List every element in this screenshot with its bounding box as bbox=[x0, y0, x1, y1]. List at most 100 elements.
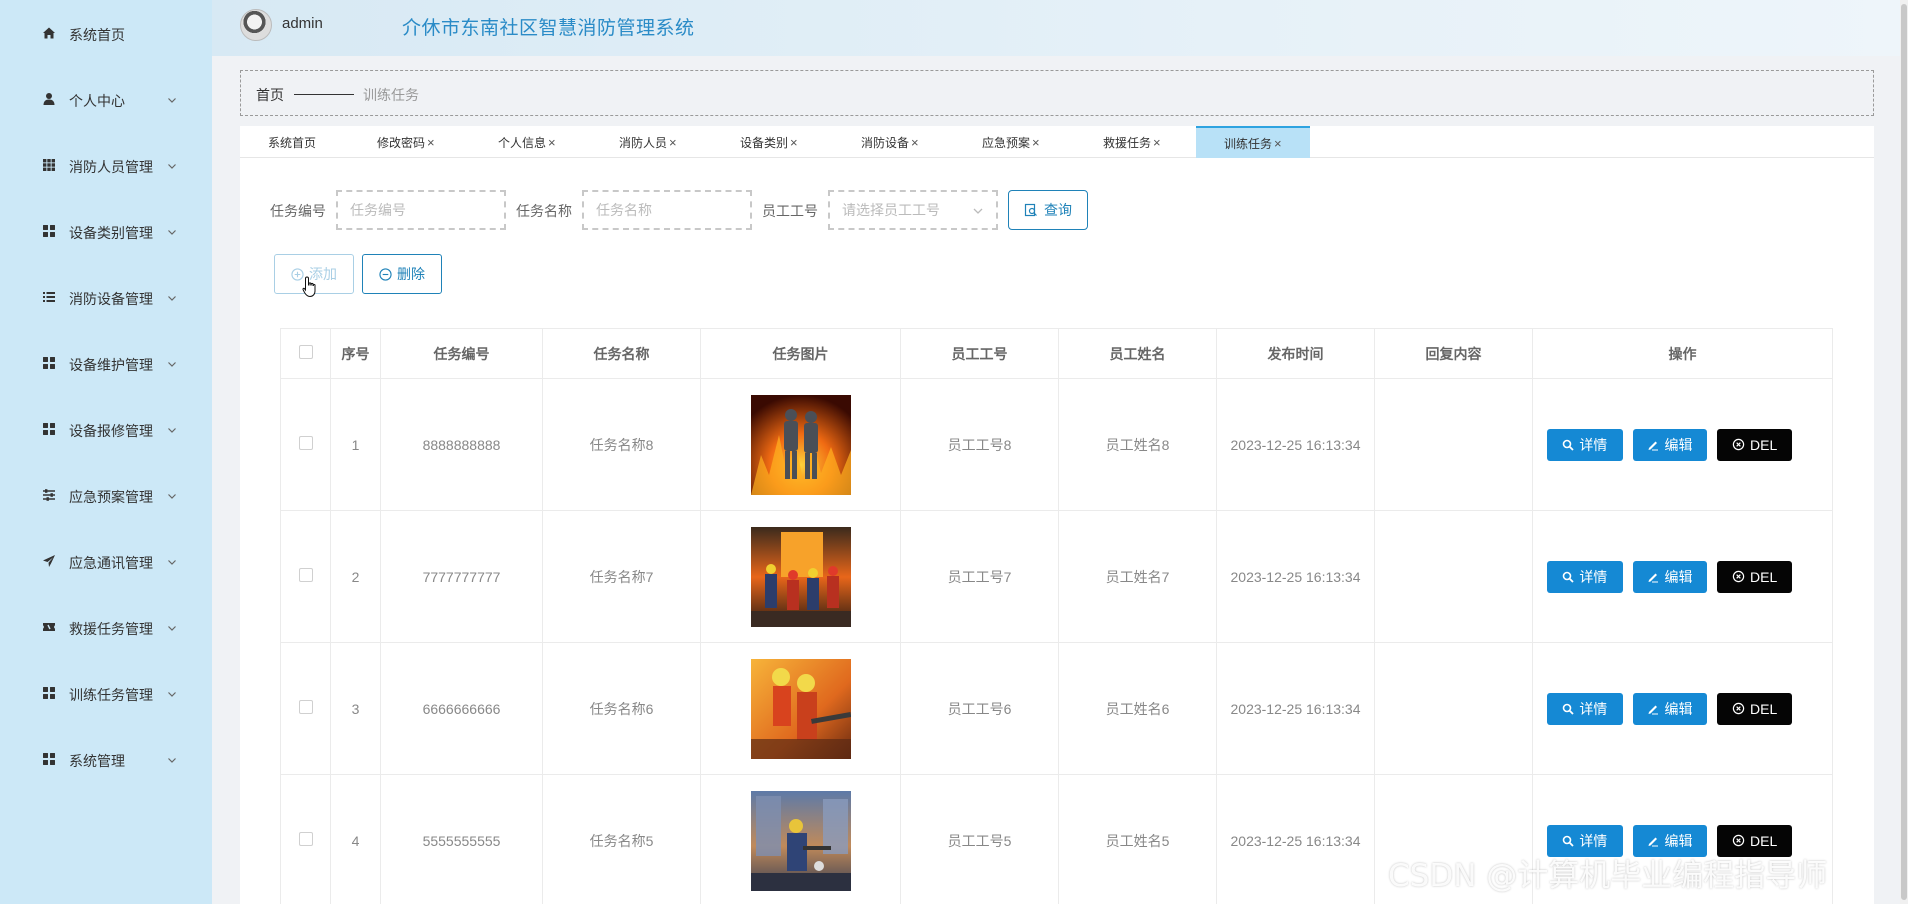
detail-button[interactable]: 详情 bbox=[1547, 428, 1623, 461]
row-select-cell[interactable] bbox=[280, 774, 331, 904]
close-icon[interactable]: × bbox=[669, 135, 677, 150]
home-icon bbox=[42, 26, 56, 40]
sidebar-item[interactable]: 系统管理 bbox=[0, 739, 212, 779]
search-icon bbox=[1563, 703, 1574, 715]
edit-button-label: 编辑 bbox=[1664, 436, 1693, 453]
sidebar-item[interactable]: 救援任务管理 bbox=[0, 607, 212, 647]
emp-name-cell: 员工姓名6 bbox=[1058, 642, 1217, 775]
task-no-input[interactable]: 任务编号 bbox=[336, 190, 506, 230]
select-all-cell[interactable] bbox=[280, 328, 331, 379]
task-image[interactable] bbox=[750, 394, 851, 495]
sidebar-item[interactable]: 消防人员管理 bbox=[0, 145, 212, 185]
sidebar-item[interactable]: 设备报修管理 bbox=[0, 409, 212, 449]
avatar[interactable] bbox=[240, 9, 272, 41]
table-row[interactable]: 3 6666666666 任务名称6 员工工号6 员工姓名6 2023-12-25 16:… bbox=[280, 642, 1833, 775]
chevron-down-icon bbox=[166, 687, 178, 699]
query-button[interactable]: 查询 bbox=[1008, 190, 1088, 230]
close-icon[interactable]: × bbox=[1153, 135, 1161, 150]
page-scrollbar[interactable] bbox=[1900, 0, 1908, 904]
column-header[interactable]: 任务编号 bbox=[380, 328, 543, 379]
tab-label: 消防设备 bbox=[861, 135, 910, 150]
select-all-checkbox[interactable] bbox=[298, 345, 313, 359]
tab[interactable]: 训练任务 × bbox=[1196, 126, 1310, 158]
edit-icon bbox=[1648, 573, 1659, 582]
delete-button[interactable]: DEL bbox=[1717, 692, 1793, 725]
sidebar-item[interactable]: 消防设备管理 bbox=[0, 277, 212, 317]
scrollbar-thumb[interactable] bbox=[1901, 4, 1907, 900]
sidebar: 系统首页 个人中心 消防人员管理 设备类别管理 消防设备管理 设备维护管理 设备报修管理 应急… bbox=[0, 0, 212, 904]
tab[interactable]: 救援任务 × bbox=[1103, 126, 1161, 158]
sidebar-item[interactable]: 应急预案管理 bbox=[0, 475, 212, 515]
row-select-cell[interactable] bbox=[280, 642, 331, 775]
close-circle-icon bbox=[1732, 438, 1745, 451]
tab[interactable]: 个人信息 × bbox=[498, 126, 556, 158]
batch-delete-button[interactable]: 删除 bbox=[362, 254, 442, 294]
sidebar-item-label: 应急通讯管理 bbox=[69, 555, 153, 571]
edit-button[interactable]: 编辑 bbox=[1632, 428, 1708, 461]
tab[interactable]: 应急预案 × bbox=[982, 126, 1040, 158]
close-icon[interactable]: × bbox=[911, 135, 919, 150]
column-header[interactable]: 发布时间 bbox=[1216, 328, 1375, 379]
detail-button[interactable]: 详情 bbox=[1547, 560, 1623, 593]
task-image[interactable] bbox=[750, 658, 851, 759]
column-header[interactable]: 员工姓名 bbox=[1058, 328, 1217, 379]
sidebar-item[interactable]: 设备维护管理 bbox=[0, 343, 212, 383]
close-icon[interactable]: × bbox=[548, 135, 556, 150]
breadcrumb-home[interactable]: 首页 bbox=[256, 85, 284, 105]
chevron-down-icon bbox=[166, 489, 178, 501]
row-select-cell[interactable] bbox=[280, 378, 331, 511]
detail-button[interactable]: 详情 bbox=[1547, 692, 1623, 725]
tab-bar: 系统首页 修改密码 × 个人信息 × 消防人员 × 设备类别 × 消防设备 × 应急预案 × 救援任务 × 训… bbox=[240, 126, 1874, 158]
username[interactable]: admin bbox=[282, 15, 323, 32]
task-name-placeholder: 任务名称 bbox=[596, 202, 652, 218]
edit-button[interactable]: 编辑 bbox=[1632, 560, 1708, 593]
table-row[interactable]: 1 8888888888 任务名称8 员工工号8 员工姓名8 2023-12-25 16:… bbox=[280, 378, 1833, 511]
sidebar-item-label: 系统首页 bbox=[69, 27, 125, 43]
close-icon[interactable]: × bbox=[1032, 135, 1040, 150]
column-header: 序号 bbox=[330, 328, 381, 379]
tab[interactable]: 系统首页 bbox=[268, 126, 316, 158]
column-header[interactable]: 员工工号 bbox=[900, 328, 1059, 379]
column-header[interactable]: 回复内容 bbox=[1374, 328, 1533, 379]
sidebar-item[interactable]: 系统首页 bbox=[0, 13, 212, 53]
close-icon[interactable]: × bbox=[790, 135, 798, 150]
sidebar-item[interactable]: 训练任务管理 bbox=[0, 673, 212, 713]
delete-button[interactable]: DEL bbox=[1717, 428, 1793, 461]
row-checkbox[interactable] bbox=[298, 832, 313, 846]
edit-icon bbox=[1648, 705, 1659, 714]
column-header: 操作 bbox=[1532, 328, 1833, 379]
row-checkbox[interactable] bbox=[298, 568, 313, 582]
emp-no-cell: 员工工号5 bbox=[900, 774, 1059, 904]
task-image[interactable] bbox=[750, 526, 851, 627]
tab-label: 训练任务 bbox=[1224, 136, 1273, 151]
row-select-cell[interactable] bbox=[280, 510, 331, 643]
edit-button[interactable]: 编辑 bbox=[1632, 692, 1708, 725]
operations-cell: 详情 编辑 DEL bbox=[1532, 642, 1833, 775]
close-icon[interactable]: × bbox=[1274, 136, 1282, 151]
sidebar-item[interactable]: 个人中心 bbox=[0, 79, 212, 119]
task-name-input[interactable]: 任务名称 bbox=[582, 190, 752, 230]
hand-cursor-icon bbox=[302, 276, 316, 298]
tab[interactable]: 修改密码 × bbox=[377, 126, 435, 158]
sidebar-item[interactable]: 设备类别管理 bbox=[0, 211, 212, 251]
delete-button[interactable]: DEL bbox=[1717, 560, 1793, 593]
breadcrumb-current: 训练任务 bbox=[363, 87, 419, 103]
table-header-row: 序号 任务编号 任务名称 任务图片 员工工号 员工姓名 发布时间 回复内容 操作 bbox=[280, 328, 1833, 379]
row-checkbox[interactable] bbox=[298, 436, 313, 450]
emp-no-select[interactable]: 请选择员工工号 bbox=[828, 190, 998, 230]
publish-time-cell: 2023-12-25 16:13:34 bbox=[1216, 642, 1375, 775]
tab-label: 个人信息 bbox=[498, 135, 547, 150]
sidebar-item[interactable]: 应急通讯管理 bbox=[0, 541, 212, 581]
chevron-down-icon bbox=[166, 423, 178, 435]
batch-delete-button-label: 删除 bbox=[397, 266, 425, 282]
tab[interactable]: 消防设备 × bbox=[861, 126, 919, 158]
tab[interactable]: 设备类别 × bbox=[740, 126, 798, 158]
edit-icon bbox=[1648, 837, 1659, 846]
task-name-cell: 任务名称5 bbox=[542, 774, 701, 904]
row-checkbox[interactable] bbox=[298, 700, 313, 714]
task-image[interactable] bbox=[750, 790, 851, 891]
column-header[interactable]: 任务名称 bbox=[542, 328, 701, 379]
table-row[interactable]: 2 7777777777 任务名称7 员工工号7 员工姓名7 2023-12-25 16:… bbox=[280, 510, 1833, 643]
tab[interactable]: 消防人员 × bbox=[619, 126, 677, 158]
close-icon[interactable]: × bbox=[427, 135, 435, 150]
